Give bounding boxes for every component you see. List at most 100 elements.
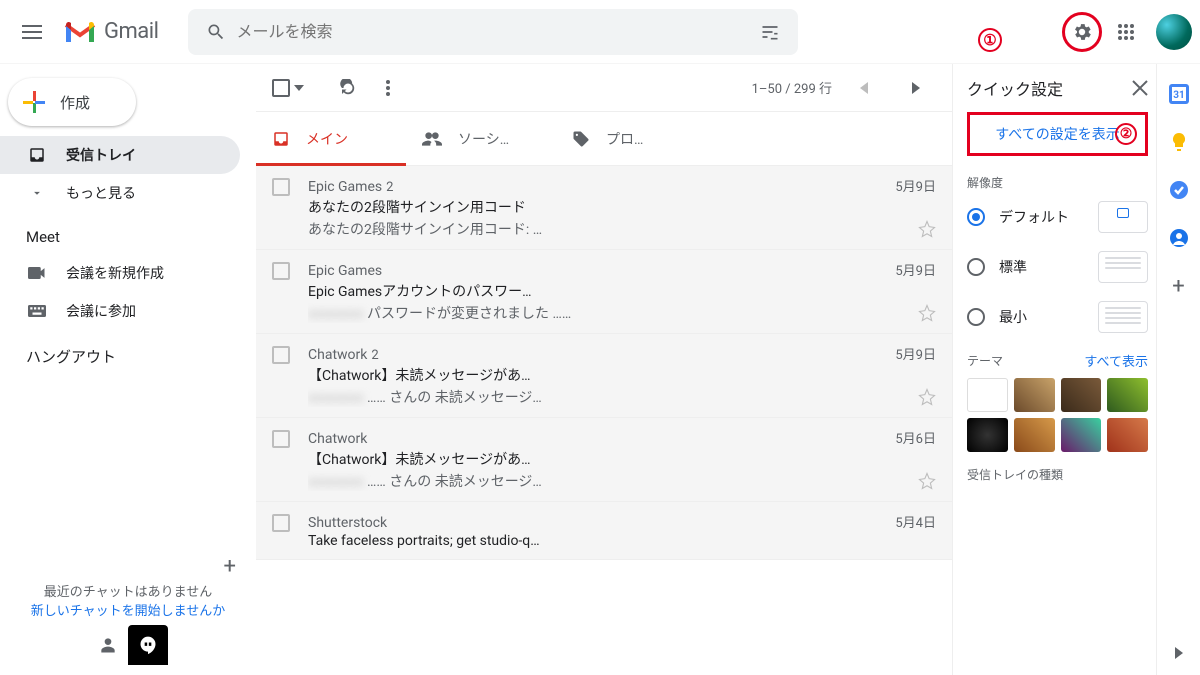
density-preview-standard xyxy=(1098,251,1148,283)
star-icon xyxy=(918,388,936,406)
calendar-icon: 31 xyxy=(1169,84,1189,104)
close-icon xyxy=(1132,80,1148,96)
email-subject: 【Chatwork】未読メッセージがあ… xyxy=(308,365,936,385)
see-all-settings-label: すべての設定を表示 xyxy=(995,124,1119,144)
sidebar-item-more[interactable]: もっと見る xyxy=(0,174,240,212)
email-snippet: xxxxxxxx …… さんの 未読メッセージ… xyxy=(308,387,910,407)
density-default-option[interactable]: デフォルト xyxy=(967,201,1148,233)
keyboard-icon xyxy=(26,305,48,317)
more-button[interactable] xyxy=(368,68,408,108)
density-standard-option[interactable]: 標準 xyxy=(967,251,1148,283)
search-container xyxy=(188,9,798,55)
theme-view-all-link[interactable]: すべて表示 xyxy=(1084,351,1148,370)
svg-text:31: 31 xyxy=(1173,90,1184,101)
theme-option[interactable] xyxy=(967,418,1008,452)
star-button[interactable] xyxy=(918,472,936,490)
email-sender: Shutterstock xyxy=(308,515,387,531)
tune-icon xyxy=(760,22,780,42)
search-options-button[interactable] xyxy=(750,22,790,42)
density-compact-option[interactable]: 最小 xyxy=(967,301,1148,333)
start-chat-link[interactable]: 新しいチャットを開始しませんか xyxy=(12,600,244,619)
category-tabs: メイン ソーシ… プロ… xyxy=(256,112,952,166)
select-dropdown[interactable] xyxy=(294,85,304,91)
compose-button[interactable]: 作成 xyxy=(8,78,136,126)
contacts-app-button[interactable] xyxy=(1169,228,1189,248)
compose-label: 作成 xyxy=(60,92,90,113)
density-preview-default xyxy=(1098,201,1148,233)
theme-option[interactable] xyxy=(1107,418,1148,452)
gear-icon xyxy=(1071,21,1093,43)
see-all-settings-button[interactable]: すべての設定を表示 ② xyxy=(967,112,1148,156)
email-row[interactable]: Epic Games 2 5月9日 あなたの2段階サインイン用コード あなたの2… xyxy=(256,166,952,250)
header-right xyxy=(1018,12,1192,52)
theme-option[interactable] xyxy=(1014,418,1055,452)
theme-option[interactable] xyxy=(967,378,1008,412)
email-row[interactable]: Epic Games 5月9日 Epic Gamesアカウントのパスワー… xx… xyxy=(256,250,952,334)
sidebar-meet-new-label: 会議を新規作成 xyxy=(66,263,164,283)
main-menu-button[interactable] xyxy=(8,8,56,56)
tab-social[interactable]: ソーシ… xyxy=(406,112,556,165)
sidebar-meet-title: Meet xyxy=(0,212,256,254)
select-all-checkbox[interactable] xyxy=(272,79,290,97)
email-checkbox[interactable] xyxy=(272,514,292,534)
inbox-icon xyxy=(26,146,48,164)
keep-app-button[interactable] xyxy=(1169,132,1189,152)
settings-button[interactable] xyxy=(1062,12,1102,52)
tasks-icon xyxy=(1169,180,1189,200)
tasks-app-button[interactable] xyxy=(1169,180,1189,200)
sidebar-item-meet-join[interactable]: 会議に参加 xyxy=(0,292,240,330)
theme-option[interactable] xyxy=(1014,378,1055,412)
theme-option[interactable] xyxy=(1107,378,1148,412)
tab-promotions[interactable]: プロ… xyxy=(556,112,676,165)
contacts-tab[interactable] xyxy=(88,625,128,665)
apps-button[interactable] xyxy=(1106,12,1146,52)
email-row[interactable]: Shutterstock 5月4日 Take faceless portrait… xyxy=(256,502,952,560)
email-sender: Epic Games xyxy=(308,263,382,279)
email-checkbox[interactable] xyxy=(272,346,292,366)
sidebar-item-meet-new[interactable]: 会議を新規作成 xyxy=(0,254,240,292)
sidebar-item-inbox[interactable]: 受信トレイ xyxy=(0,136,240,174)
hamburger-icon xyxy=(22,25,42,39)
hide-side-panel-button[interactable] xyxy=(1175,647,1183,659)
email-date: 5月6日 xyxy=(895,428,936,447)
email-date: 5月9日 xyxy=(895,260,936,279)
video-icon xyxy=(26,266,48,280)
next-page-button[interactable] xyxy=(896,68,936,108)
theme-option[interactable] xyxy=(1061,378,1102,412)
email-list: Epic Games 2 5月9日 あなたの2段階サインイン用コード あなたの2… xyxy=(256,166,952,560)
tag-icon xyxy=(572,130,590,148)
email-row[interactable]: Chatwork 5月6日 【Chatwork】未読メッセージがあ… xxxxx… xyxy=(256,418,952,502)
density-compact-label: 最小 xyxy=(999,307,1027,327)
email-row[interactable]: Chatwork 2 5月9日 【Chatwork】未読メッセージがあ… xxx… xyxy=(256,334,952,418)
header: Gmail xyxy=(0,0,1200,64)
search-button[interactable] xyxy=(196,22,236,42)
tab-social-label: ソーシ… xyxy=(458,129,509,149)
star-button[interactable] xyxy=(918,220,936,238)
product-name: Gmail xyxy=(104,19,158,44)
prev-page-button[interactable] xyxy=(844,68,884,108)
star-button[interactable] xyxy=(918,388,936,406)
email-checkbox[interactable] xyxy=(272,430,292,450)
add-app-button[interactable]: + xyxy=(1169,276,1189,296)
sidebar-meet-join-label: 会議に参加 xyxy=(66,301,136,321)
search-input[interactable] xyxy=(236,22,750,41)
email-checkbox[interactable] xyxy=(272,262,292,282)
close-quick-settings-button[interactable] xyxy=(1132,80,1148,96)
calendar-app-button[interactable]: 31 xyxy=(1169,84,1189,104)
annotation-2: ② xyxy=(1115,123,1137,145)
add-hangout-button[interactable]: + xyxy=(224,554,236,579)
apps-grid-icon xyxy=(1117,23,1135,41)
email-checkbox[interactable] xyxy=(272,178,292,198)
quick-settings-panel: クイック設定 すべての設定を表示 ② 解像度 デフォルト 標準 最小 テーマ す… xyxy=(952,64,1162,675)
tab-primary[interactable]: メイン xyxy=(256,112,406,165)
hangouts-tab[interactable] xyxy=(128,625,168,665)
account-avatar[interactable] xyxy=(1156,14,1192,50)
sidebar-inbox-label: 受信トレイ xyxy=(66,145,136,165)
inbox-tab-icon xyxy=(272,130,290,148)
gmail-logo[interactable]: Gmail xyxy=(56,19,158,44)
search-bar[interactable] xyxy=(188,9,798,55)
sidebar: 作成 受信トレイ もっと見る Meet 会議を新規作成 会議に参加 ハングアウト… xyxy=(0,64,256,675)
theme-option[interactable] xyxy=(1061,418,1102,452)
refresh-button[interactable] xyxy=(328,68,368,108)
star-button[interactable] xyxy=(918,304,936,322)
